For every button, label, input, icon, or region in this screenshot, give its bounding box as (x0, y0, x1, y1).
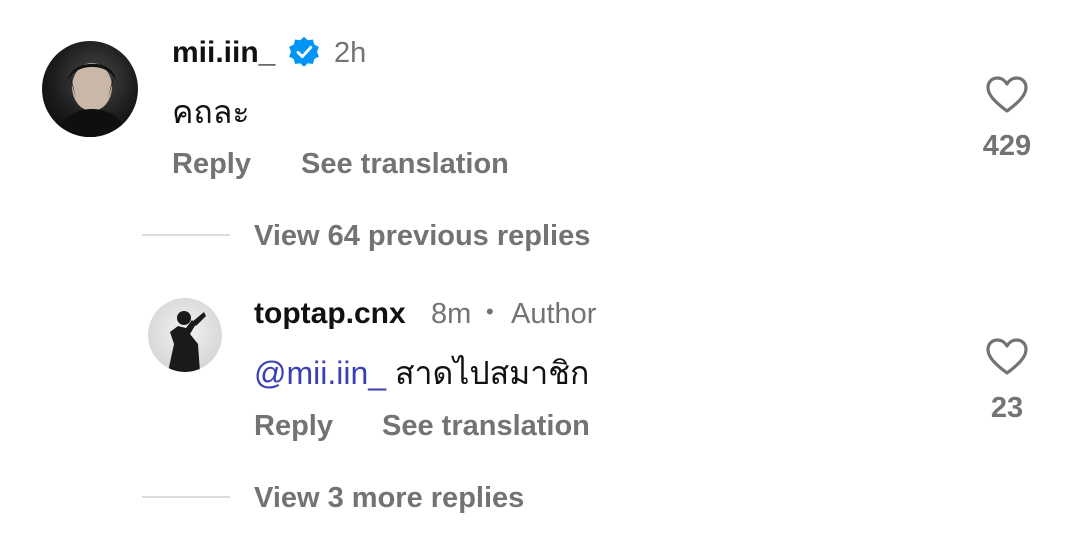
reply-button[interactable]: Reply (172, 146, 251, 182)
avatar[interactable] (148, 298, 222, 372)
reply-text: @mii.iin_ สาดไปสมาชิก (254, 353, 589, 393)
comment-text: คถละ (172, 94, 250, 130)
like-count: 23 (990, 392, 1024, 424)
heart-outline-icon[interactable] (985, 337, 1029, 377)
comment-username[interactable]: mii.iin_ (172, 35, 275, 71)
meta-separator: • (486, 299, 494, 324)
mention-link[interactable]: @mii.iin_ (254, 355, 386, 391)
verified-badge-icon (289, 36, 319, 67)
reply-body: สาดไปสมาชิก (386, 355, 590, 391)
author-badge: Author (511, 298, 597, 330)
view-previous-replies-button[interactable]: View 64 previous replies (254, 218, 590, 254)
avatar-photo (168, 311, 206, 372)
view-more-replies-button[interactable]: View 3 more replies (254, 480, 524, 516)
reply-username[interactable]: toptap.cnx (254, 296, 406, 332)
avatar[interactable] (42, 41, 138, 137)
divider-line (142, 496, 230, 498)
reply-button[interactable]: Reply (254, 408, 333, 444)
see-translation-button[interactable]: See translation (382, 408, 590, 444)
comments-thread: mii.iin_ 2h คถละ Reply See translation 4… (0, 0, 1080, 550)
see-translation-button[interactable]: See translation (301, 146, 509, 182)
avatar-photo (58, 63, 126, 137)
comment-timestamp: 2h (334, 37, 367, 69)
divider-line (142, 234, 230, 236)
heart-outline-icon[interactable] (985, 75, 1029, 115)
like-count: 429 (982, 130, 1032, 162)
reply-timestamp: 8m (431, 298, 472, 330)
